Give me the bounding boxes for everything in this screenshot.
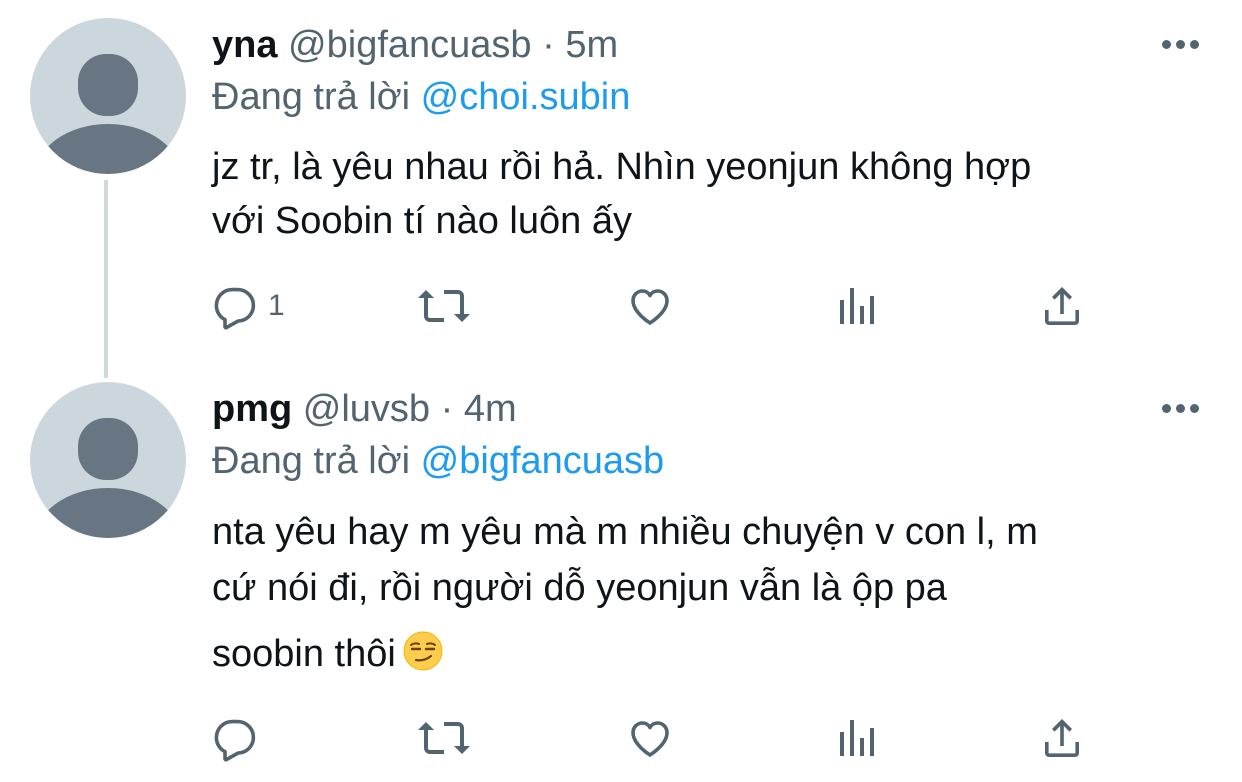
default-avatar-icon [34, 54, 182, 174]
retweet-button[interactable] [416, 714, 472, 762]
tweet-text-line-last: soobin thôi [212, 626, 1202, 682]
mention-link[interactable]: @choi.subin [421, 76, 631, 118]
tweet[interactable]: yna @bigfancuasb · 5m Đang trả lời @choi… [0, 0, 1242, 378]
user-handle[interactable]: @bigfancuasb [288, 24, 532, 66]
more-icon[interactable] [1160, 38, 1200, 52]
tweet-header: yna @bigfancuasb · 5m [212, 22, 618, 68]
tweet-text: jz tr, là yêu nhau rồi hả. Nhìn yeonjun … [212, 140, 1202, 248]
retweet-button[interactable] [416, 282, 472, 330]
replying-prefix: Đang trả lời [212, 440, 411, 482]
reply-count: 1 [268, 289, 285, 322]
action-bar: 1 [212, 282, 1092, 330]
retweet-icon [418, 722, 470, 754]
separator-dot: · [542, 24, 555, 66]
retweet-icon [418, 290, 470, 322]
replying-to: Đang trả lời @bigfancuasb [212, 438, 664, 484]
share-button[interactable] [1038, 714, 1086, 762]
like-icon [631, 721, 669, 757]
avatar[interactable] [30, 382, 186, 538]
timestamp[interactable]: 5m [565, 24, 618, 66]
share-icon [1045, 287, 1079, 325]
share-button[interactable] [1038, 282, 1086, 330]
reply-button[interactable]: 1 [212, 282, 285, 330]
display-name[interactable]: yna [212, 24, 277, 66]
more-icon[interactable] [1160, 402, 1200, 416]
analytics-button[interactable] [832, 282, 880, 330]
tweet-header: pmg @luvsb · 4m [212, 386, 517, 432]
analytics-icon [840, 288, 874, 324]
tweet[interactable]: pmg @luvsb · 4m Đang trả lời @bigfancuas… [0, 378, 1242, 782]
tweet-text-line: jz tr, là yêu nhau rồi hả. Nhìn yeonjun … [212, 146, 1032, 188]
like-icon [631, 289, 669, 325]
replying-prefix: Đang trả lời [212, 76, 411, 118]
user-handle[interactable]: @luvsb [303, 388, 430, 430]
analytics-icon [840, 720, 874, 756]
smirking-face-emoji [403, 631, 443, 671]
like-button[interactable] [626, 714, 674, 762]
share-icon [1045, 719, 1079, 757]
avatar[interactable] [30, 18, 186, 174]
tweet-text: nta yêu hay m yêu mà m nhiều chuyện v co… [212, 504, 1202, 682]
separator-dot: · [440, 388, 454, 430]
action-bar [212, 714, 1092, 762]
tweet-text-fragment: soobin thôi [212, 633, 396, 675]
reply-button[interactable] [212, 714, 268, 762]
tweet-text-line: với Soobin tí nào luôn ấy [212, 200, 632, 242]
analytics-button[interactable] [832, 714, 880, 762]
display-name[interactable]: pmg [212, 388, 292, 430]
replying-to: Đang trả lời @choi.subin [212, 74, 630, 120]
like-button[interactable] [626, 282, 674, 330]
default-avatar-icon [34, 418, 182, 538]
tweet-text-line: nta yêu hay m yêu mà m nhiều chuyện v co… [212, 511, 1038, 553]
mention-link[interactable]: @bigfancuasb [421, 440, 665, 482]
timestamp[interactable]: 4m [464, 388, 517, 430]
reply-icon [214, 719, 256, 762]
reply-icon [214, 287, 256, 330]
tweet-text-line: cứ nói đi, rồi người dỗ yeonjun vẫn là ộ… [212, 567, 947, 609]
